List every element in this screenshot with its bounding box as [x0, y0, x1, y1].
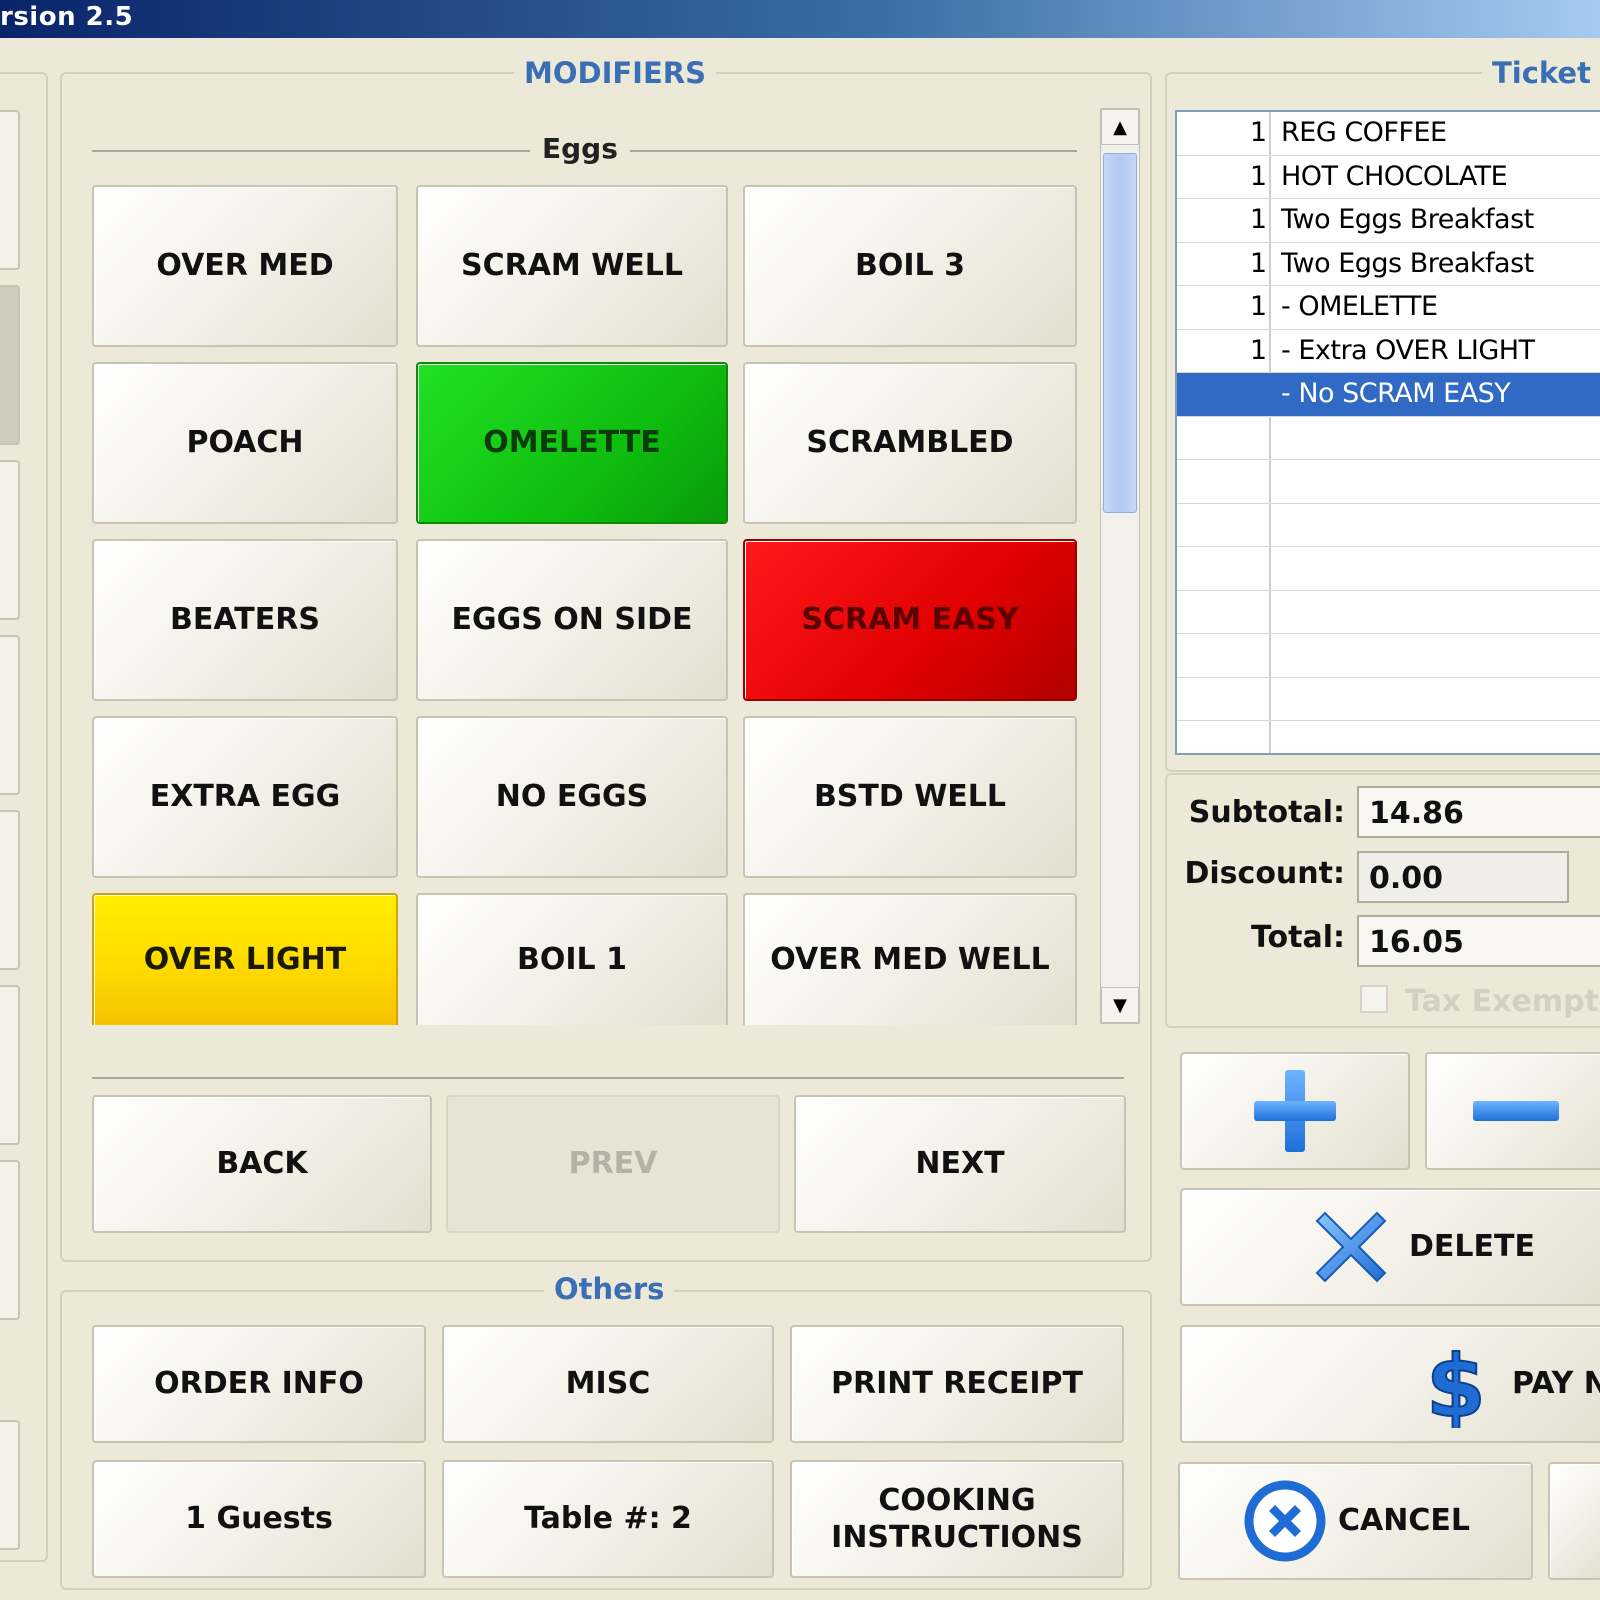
- left-category-button[interactable]: [0, 985, 20, 1145]
- ticket-row-empty: [1177, 504, 1600, 547]
- subtotal-field: 14.86: [1357, 786, 1600, 838]
- ticket-row-empty: [1177, 417, 1600, 460]
- ticket-row-item: Two Eggs Breakfast: [1281, 204, 1534, 235]
- scroll-down-arrow-icon[interactable]: ▼: [1101, 987, 1139, 1023]
- left-category-button[interactable]: [0, 285, 20, 445]
- left-category-button[interactable]: [0, 810, 20, 970]
- delete-label: DELETE: [1409, 1229, 1535, 1265]
- plus-icon: [1254, 1070, 1336, 1152]
- order-info-button[interactable]: ORDER INFO: [92, 1325, 426, 1443]
- subtotal-label: Subtotal:: [1188, 795, 1345, 830]
- ticket-row[interactable]: 1 REG COFFEE: [1177, 112, 1600, 156]
- ticket-row-empty: [1177, 460, 1600, 504]
- guests-button[interactable]: 1 Guests: [92, 1460, 426, 1578]
- ticket-row-qty: 1: [1249, 204, 1267, 235]
- decrease-quantity-button[interactable]: [1425, 1052, 1600, 1170]
- print-receipt-button[interactable]: PRINT RECEIPT: [790, 1325, 1124, 1443]
- left-category-button[interactable]: [0, 1160, 20, 1320]
- cancel-button[interactable]: CANCEL: [1178, 1462, 1533, 1580]
- eggs-group-label: Eggs: [530, 132, 630, 165]
- ticket-list[interactable]: 1 REG COFFEE 1 HOT CHOCOLATE 1 Two Eggs …: [1175, 110, 1600, 755]
- ticket-row-empty: [1177, 591, 1600, 634]
- ticket-row-qty: 1: [1249, 291, 1267, 322]
- ticket-row-empty: [1177, 634, 1600, 678]
- ticket-row-item: HOT CHOCOLATE: [1281, 160, 1508, 192]
- ticket-row-qty: 1: [1249, 334, 1267, 366]
- delete-x-icon: [1315, 1211, 1387, 1283]
- ticket-row-empty: [1177, 547, 1600, 591]
- ticket-row-item: - OMELETTE: [1281, 291, 1438, 322]
- scroll-up-arrow-icon[interactable]: ▲: [1101, 109, 1139, 145]
- minus-icon: [1473, 1101, 1559, 1121]
- modifier-beaters-button[interactable]: BEATERS: [92, 539, 398, 701]
- left-category-button[interactable]: [0, 460, 20, 620]
- prev-button[interactable]: PREV: [446, 1095, 780, 1233]
- ticket-row[interactable]: 1 - Extra OVER LIGHT: [1177, 330, 1600, 373]
- modifier-scram-easy-button[interactable]: SCRAM EASY: [743, 539, 1077, 701]
- table-number-button[interactable]: Table #: 2: [442, 1460, 774, 1578]
- cooking-instructions-button[interactable]: COOKING INSTRUCTIONS: [790, 1460, 1124, 1578]
- cancel-icon: [1244, 1480, 1326, 1562]
- back-button[interactable]: BACK: [92, 1095, 432, 1233]
- left-category-button[interactable]: [0, 1420, 20, 1550]
- modifiers-legend: MODIFIERS: [514, 56, 717, 90]
- increase-quantity-button[interactable]: [1180, 1052, 1410, 1170]
- title-bar: rsion 2.5: [0, 0, 1600, 38]
- modifier-boil-3-button[interactable]: BOIL 3: [743, 185, 1077, 347]
- cancel-label: CANCEL: [1338, 1503, 1470, 1539]
- modifier-bstd-well-button[interactable]: BSTD WELL: [743, 716, 1077, 878]
- cooking-instructions-line1: COOKING: [878, 1482, 1036, 1518]
- partial-action-button[interactable]: [1548, 1462, 1600, 1580]
- ticket-row-selected[interactable]: - No SCRAM EASY: [1177, 373, 1600, 417]
- modifier-boil-1-button[interactable]: BOIL 1: [416, 893, 728, 1025]
- nav-divider: [92, 1077, 1124, 1079]
- modifier-eggs-on-side-button[interactable]: EGGS ON SIDE: [416, 539, 728, 701]
- modifier-scrollbar[interactable]: ▲ ▼: [1100, 108, 1140, 1024]
- modifier-scrambled-button[interactable]: SCRAMBLED: [743, 362, 1077, 524]
- discount-label: Discount:: [1184, 856, 1346, 891]
- total-field: 16.05: [1357, 915, 1600, 967]
- misc-button[interactable]: MISC: [442, 1325, 774, 1443]
- ticket-row-qty: 1: [1249, 117, 1267, 148]
- tax-exempt-label: Tax Exempt: [1405, 984, 1599, 1019]
- modifier-scram-well-button[interactable]: SCRAM WELL: [416, 185, 728, 347]
- modifier-over-light-button[interactable]: OVER LIGHT: [92, 893, 398, 1025]
- tax-exempt-checkbox[interactable]: [1360, 985, 1388, 1013]
- ticket-row-empty: [1177, 678, 1600, 721]
- modifier-no-eggs-button[interactable]: NO EGGS: [416, 716, 728, 878]
- left-category-button[interactable]: [0, 110, 20, 270]
- modifier-extra-egg-button[interactable]: EXTRA EGG: [92, 716, 398, 878]
- delete-button[interactable]: DELETE: [1180, 1188, 1600, 1306]
- ticket-legend: Ticket: [1482, 56, 1600, 90]
- pay-button[interactable]: $ PAY N: [1180, 1325, 1600, 1443]
- modifier-over-med-button[interactable]: OVER MED: [92, 185, 398, 347]
- others-legend: Others: [544, 1272, 675, 1306]
- window-title: rsion 2.5: [0, 2, 134, 32]
- modifier-over-med-well-button[interactable]: OVER MED WELL: [743, 893, 1077, 1025]
- modifier-poach-button[interactable]: POACH: [92, 362, 398, 524]
- next-button[interactable]: NEXT: [794, 1095, 1126, 1233]
- total-label: Total:: [1251, 920, 1345, 955]
- ticket-row-item: - Extra OVER LIGHT: [1281, 334, 1535, 366]
- svg-text:$: $: [1426, 1340, 1482, 1428]
- ticket-row[interactable]: 1 Two Eggs Breakfast: [1177, 199, 1600, 243]
- dollar-sign-icon: $: [1425, 1340, 1482, 1428]
- ticket-row-item: - No SCRAM EASY: [1281, 378, 1511, 409]
- cooking-instructions-line2: INSTRUCTIONS: [831, 1520, 1083, 1555]
- ticket-row-qty: 1: [1249, 247, 1267, 279]
- ticket-row-empty: [1177, 721, 1600, 753]
- ticket-row[interactable]: 1 HOT CHOCOLATE: [1177, 156, 1600, 199]
- ticket-row-qty: 1: [1249, 160, 1267, 192]
- left-category-button[interactable]: [0, 635, 20, 795]
- discount-field[interactable]: 0.00: [1357, 851, 1569, 903]
- scrollbar-thumb[interactable]: [1103, 153, 1137, 513]
- ticket-row-item: Two Eggs Breakfast: [1281, 247, 1534, 279]
- pay-label: PAY N: [1512, 1366, 1600, 1402]
- modifier-omelette-button[interactable]: OMELETTE: [416, 362, 728, 524]
- ticket-row[interactable]: 1 Two Eggs Breakfast: [1177, 243, 1600, 286]
- ticket-row-item: REG COFFEE: [1281, 117, 1447, 148]
- ticket-row[interactable]: 1 - OMELETTE: [1177, 286, 1600, 330]
